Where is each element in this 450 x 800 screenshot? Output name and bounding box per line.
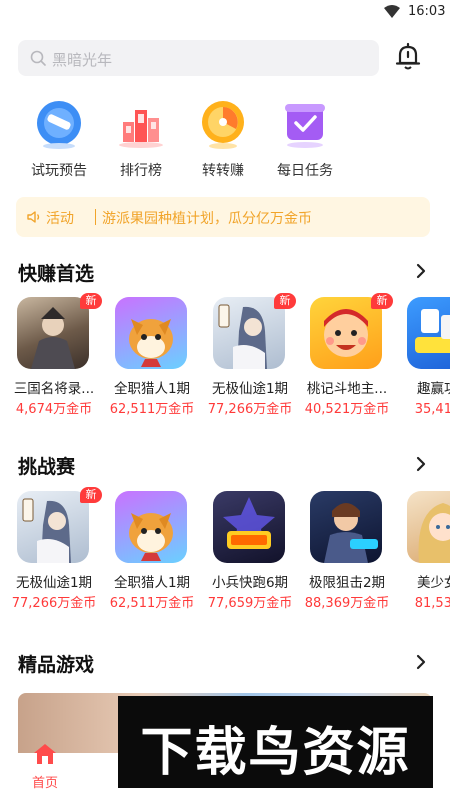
game-card[interactable]: 全职猎人1期 62,511万金币 [100,487,200,617]
game-coins: 4,674万金币 [15,402,93,417]
section-title-challenge: 挑战赛 [18,456,76,478]
quick-entry-row: 试玩预告 排行榜 转转赚 每日任务 [0,96,450,186]
status-time: 16:03 [408,4,446,19]
game-card[interactable]: 新 桃记斗地主... 40,521万金币 [295,293,395,423]
new-badge: 新 [80,293,102,309]
game-coins: 35,412万 [414,402,450,417]
new-badge: 新 [80,487,102,503]
search-input[interactable]: 黑暗光年 [18,40,379,76]
game-card[interactable]: 新 无极仙途1期 77,266万金币 [2,487,102,617]
game-icon-beauty-girl [407,491,450,563]
wifi-icon [384,5,400,18]
watermark-text: 下载鸟资源 [140,723,411,783]
game-name: 无极仙途1期 [211,381,289,397]
home-icon [34,744,56,764]
game-coins: 81,535万 [414,596,450,611]
game-icon-sanguo [17,297,89,369]
activity-notice[interactable]: 活动 游派果园种植计划，瓜分亿万金币 [16,197,430,237]
tab-home-label: 首页 [31,776,58,791]
game-coins: 77,266万金币 [207,402,293,417]
game-card[interactable]: 美少女保 81,535万 [392,487,450,617]
chevron-right-icon[interactable] [414,456,428,472]
game-name: 无极仙途1期 [15,575,93,591]
game-coins: 77,266万金币 [11,596,97,611]
quick-entry-ranking[interactable]: 排行榜 [96,96,186,182]
game-card[interactable]: 小兵快跑6期 77,659万金币 [198,487,298,617]
telescope-icon [37,101,81,149]
status-bar: 16:03 [0,0,450,24]
game-card[interactable]: 新 三国名将录... 4,674万金币 [2,293,102,423]
game-name: 极限狙击2期 [308,575,386,591]
lucky-wheel-icon [202,101,244,149]
ranking-podium-icon [119,110,163,148]
quick-entry-label: 转转赚 [202,163,244,179]
game-name: 桃记斗地主... [306,381,388,397]
game-coins: 40,521万金币 [304,402,390,417]
game-icon-hunter-dog [115,297,187,369]
game-name: 小兵快跑6期 [211,575,289,591]
game-card[interactable]: 极限狙击2期 88,369万金币 [295,487,395,617]
quick-entry-label: 每日任务 [277,163,333,179]
task-check-icon [285,104,325,148]
notice-tag: 活动 [46,211,74,227]
quick-entry-label: 排行榜 [120,163,162,179]
game-coins: 88,369万金币 [304,596,390,611]
game-card[interactable]: 新 无极仙途1期 77,266万金币 [198,293,298,423]
quick-entry-daily-task[interactable]: 每日任务 [260,96,350,182]
game-icon-hunter-dog [115,491,187,563]
new-badge: 新 [274,293,296,309]
game-row-challenge: 新 无极仙途1期 77,266万金币 全职猎人1期 62,511万金币 小兵快跑… [0,487,450,617]
game-icon-quying [407,297,450,369]
game-icon-soldier-run [213,491,285,563]
game-name: 美少女保 [417,575,450,591]
game-row-quick-earn: 新 三国名将录... 4,674万金币 全职猎人1期 62,511万金币 新 无… [0,293,450,423]
section-title-featured: 精品游戏 [18,654,95,676]
game-name: 三国名将录... [13,381,95,397]
quick-entry-trial-preview[interactable]: 试玩预告 [14,96,104,182]
new-badge: 新 [371,293,393,309]
quick-entry-label: 试玩预告 [31,163,87,179]
game-card[interactable]: 全职猎人1期 62,511万金币 [100,293,200,423]
game-coins: 62,511万金币 [109,596,195,611]
game-icon-xiantu [17,491,89,563]
watermark-banner: 下载鸟资源 [118,696,433,788]
bell-icon[interactable] [394,42,422,72]
chevron-right-icon[interactable] [414,263,428,279]
search-placeholder: 黑暗光年 [52,51,113,69]
game-coins: 77,659万金币 [207,596,293,611]
tab-home[interactable]: 首页 [18,742,72,794]
speaker-icon [27,211,40,223]
game-icon-sniper [310,491,382,563]
game-name: 趣赢功夫 [417,381,450,397]
notice-text: 游派果园种植计划，瓜分亿万金币 [102,211,312,227]
search-icon [30,50,46,66]
game-card[interactable]: 趣赢功夫 35,412万 [392,293,450,423]
quick-entry-lucky-wheel[interactable]: 转转赚 [178,96,268,182]
game-name: 全职猎人1期 [113,381,191,397]
game-coins: 62,511万金币 [109,402,195,417]
notice-divider [95,209,96,225]
section-title-quick-earn: 快赚首选 [18,263,95,285]
chevron-right-icon[interactable] [414,654,428,670]
game-name: 全职猎人1期 [113,575,191,591]
